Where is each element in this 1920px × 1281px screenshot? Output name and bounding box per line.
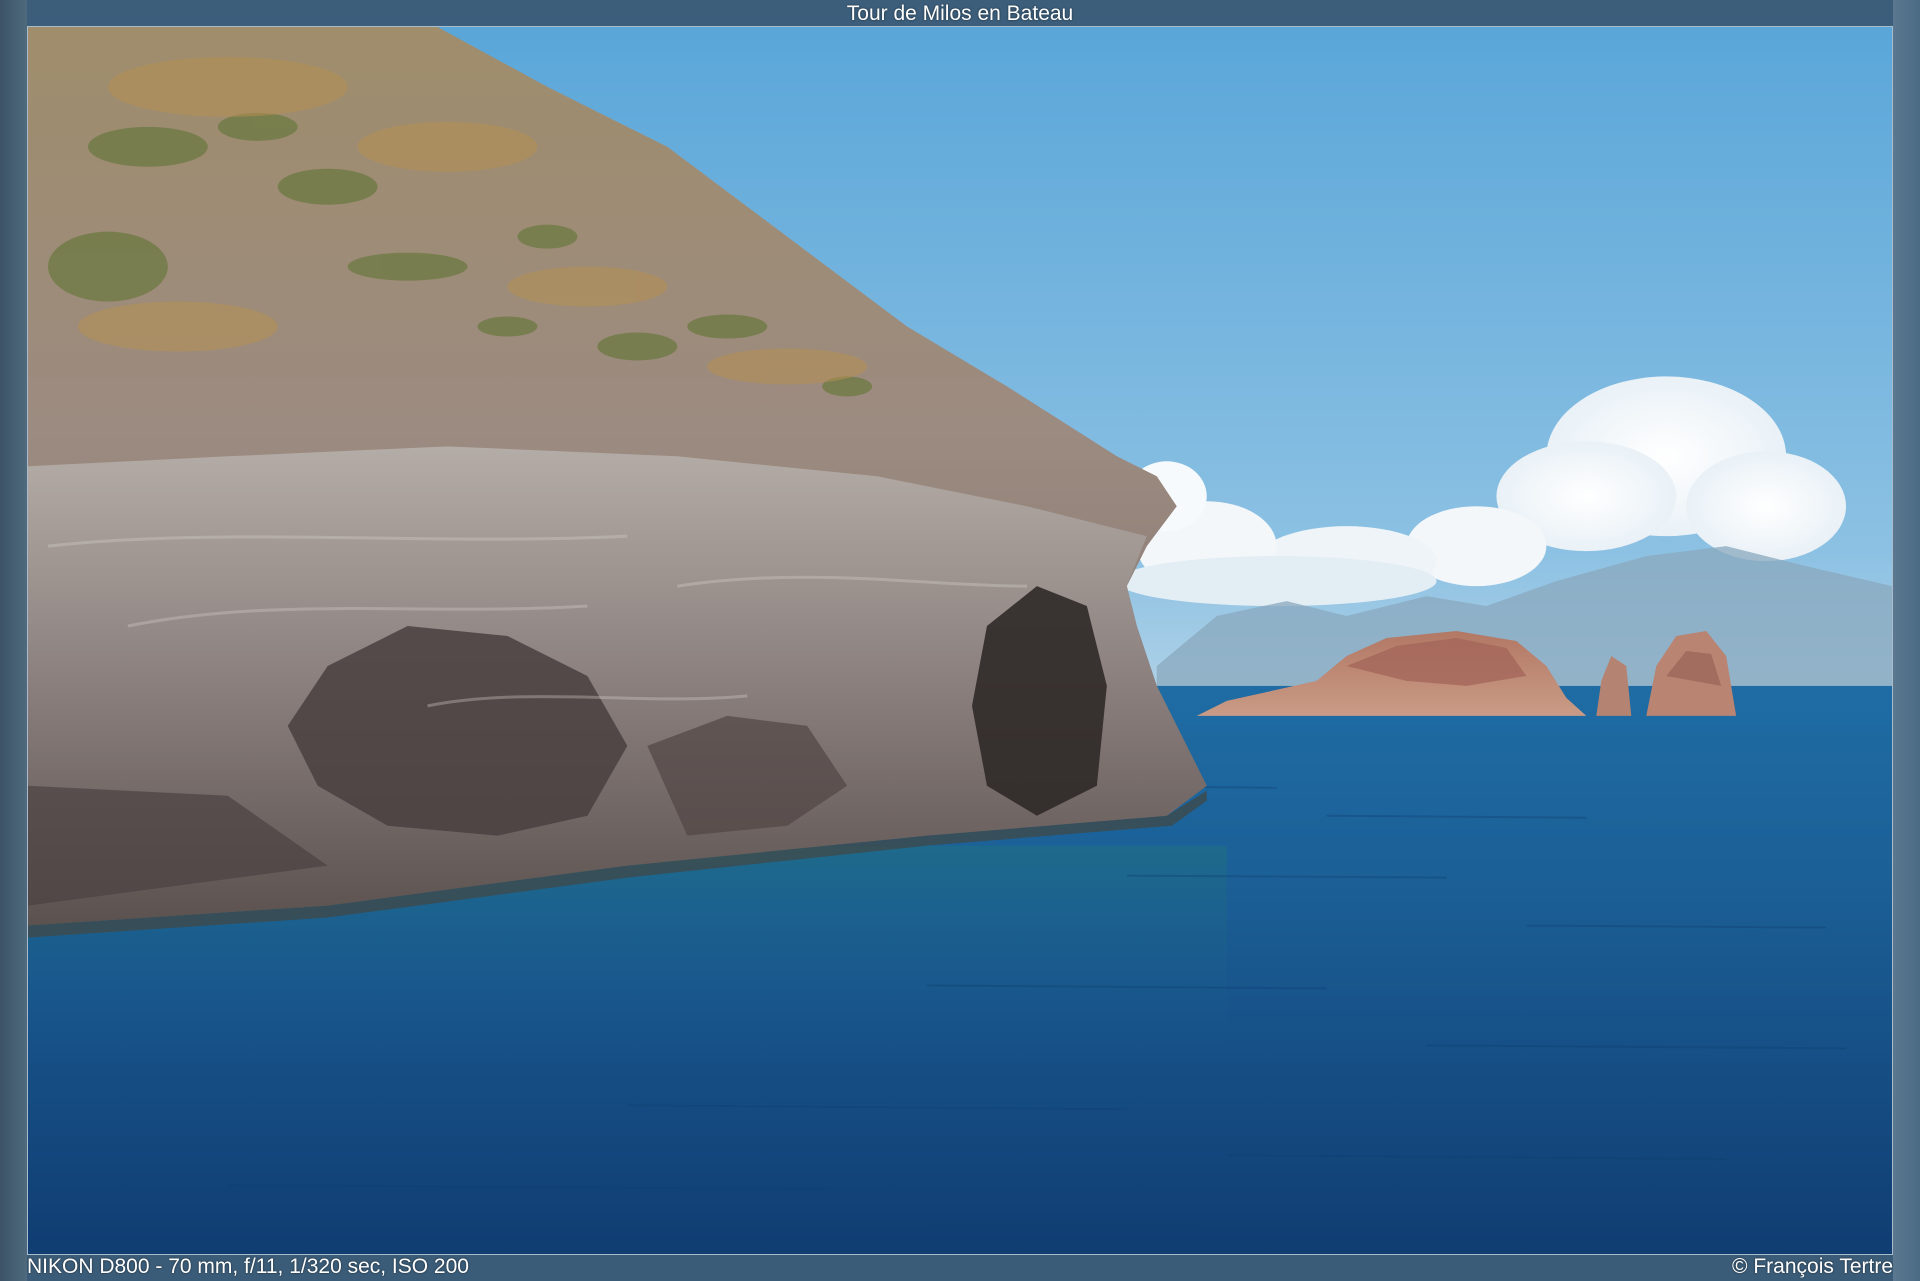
copyright-notice: © François Tertre — [1732, 1255, 1893, 1278]
photo-title: Tour de Milos en Bateau — [846, 2, 1074, 25]
photo[interactable] — [27, 26, 1893, 1255]
photo-image — [28, 27, 1892, 1254]
viewer-edge-left — [0, 0, 27, 1281]
viewer-edge-right — [1893, 0, 1920, 1281]
exif-info: NIKON D800 - 70 mm, f/11, 1/320 sec, ISO… — [27, 1255, 469, 1278]
